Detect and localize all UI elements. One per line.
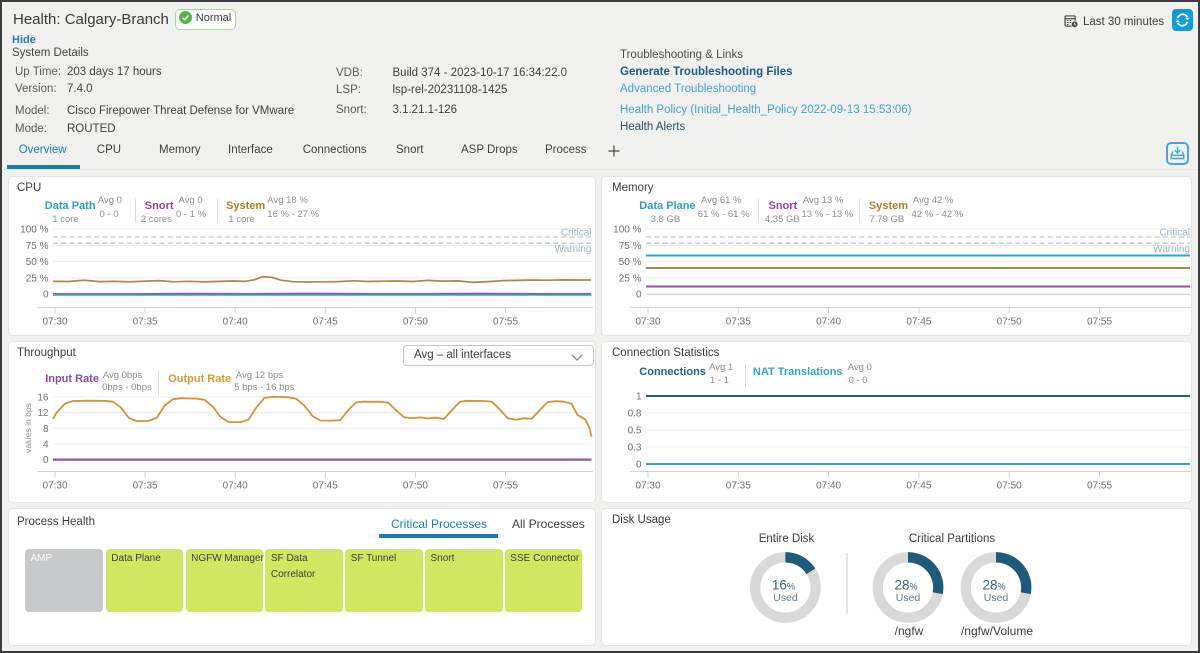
svg-text:07:45: 07:45 (906, 317, 931, 328)
svg-text:Critical: Critical (1159, 228, 1190, 239)
svg-text:07:30: 07:30 (42, 481, 67, 492)
svg-text:Used: Used (896, 592, 921, 604)
svg-text:07:40: 07:40 (223, 317, 248, 328)
svg-text:4: 4 (43, 440, 49, 451)
svg-text:values in bps: values in bps (23, 403, 33, 453)
svg-text:07:30: 07:30 (635, 481, 660, 492)
svg-text:50 %: 50 % (619, 257, 642, 268)
svg-text:/ngfw: /ngfw (895, 624, 924, 638)
svg-text:07:50: 07:50 (403, 481, 428, 492)
svg-text:07:40: 07:40 (816, 317, 841, 328)
svg-text:1: 1 (636, 392, 642, 403)
svg-text:07:35: 07:35 (726, 317, 751, 328)
svg-text:07:35: 07:35 (133, 317, 158, 328)
svg-text:16%: 16% (772, 578, 795, 593)
svg-text:28%: 28% (894, 578, 917, 593)
svg-text:0: 0 (43, 290, 49, 301)
svg-text:07:35: 07:35 (133, 481, 158, 492)
svg-text:28%: 28% (982, 578, 1005, 593)
svg-text:25 %: 25 % (26, 273, 49, 284)
svg-text:Used: Used (984, 592, 1009, 604)
svg-text:07:45: 07:45 (313, 481, 338, 492)
svg-text:0.3: 0.3 (628, 443, 642, 454)
svg-text:/ngfw/Volume: /ngfw/Volume (961, 624, 1033, 638)
svg-text:25 %: 25 % (619, 273, 642, 284)
svg-text:0.8: 0.8 (628, 409, 642, 420)
svg-text:Warning: Warning (555, 244, 592, 255)
svg-text:Used: Used (773, 592, 798, 604)
svg-text:0: 0 (43, 455, 49, 466)
svg-text:0: 0 (636, 290, 642, 301)
svg-text:Warning: Warning (1153, 244, 1190, 255)
svg-text:16: 16 (37, 392, 49, 403)
svg-text:Critical Partitions: Critical Partitions (909, 533, 996, 545)
svg-text:07:50: 07:50 (997, 317, 1022, 328)
svg-text:100 %: 100 % (20, 225, 48, 236)
svg-text:07:30: 07:30 (635, 317, 660, 328)
svg-text:Critical: Critical (561, 228, 592, 239)
svg-text:07:45: 07:45 (906, 481, 931, 492)
svg-text:0: 0 (636, 460, 642, 471)
svg-text:07:35: 07:35 (726, 481, 751, 492)
svg-text:07:40: 07:40 (816, 481, 841, 492)
svg-text:Entire Disk: Entire Disk (759, 533, 815, 545)
svg-text:07:55: 07:55 (493, 481, 518, 492)
svg-text:07:30: 07:30 (42, 317, 67, 328)
svg-text:07:40: 07:40 (223, 481, 248, 492)
svg-text:12: 12 (37, 408, 49, 419)
svg-text:75 %: 75 % (26, 241, 49, 252)
svg-text:8: 8 (43, 424, 49, 435)
svg-text:07:55: 07:55 (493, 317, 518, 328)
svg-text:07:50: 07:50 (997, 481, 1022, 492)
svg-text:07:50: 07:50 (403, 317, 428, 328)
svg-text:07:45: 07:45 (313, 317, 338, 328)
svg-text:75 %: 75 % (619, 241, 642, 252)
svg-text:50 %: 50 % (26, 257, 49, 268)
svg-text:100 %: 100 % (613, 225, 641, 236)
svg-text:07:55: 07:55 (1087, 481, 1112, 492)
svg-text:07:55: 07:55 (1087, 317, 1112, 328)
svg-text:0.5: 0.5 (628, 426, 642, 437)
